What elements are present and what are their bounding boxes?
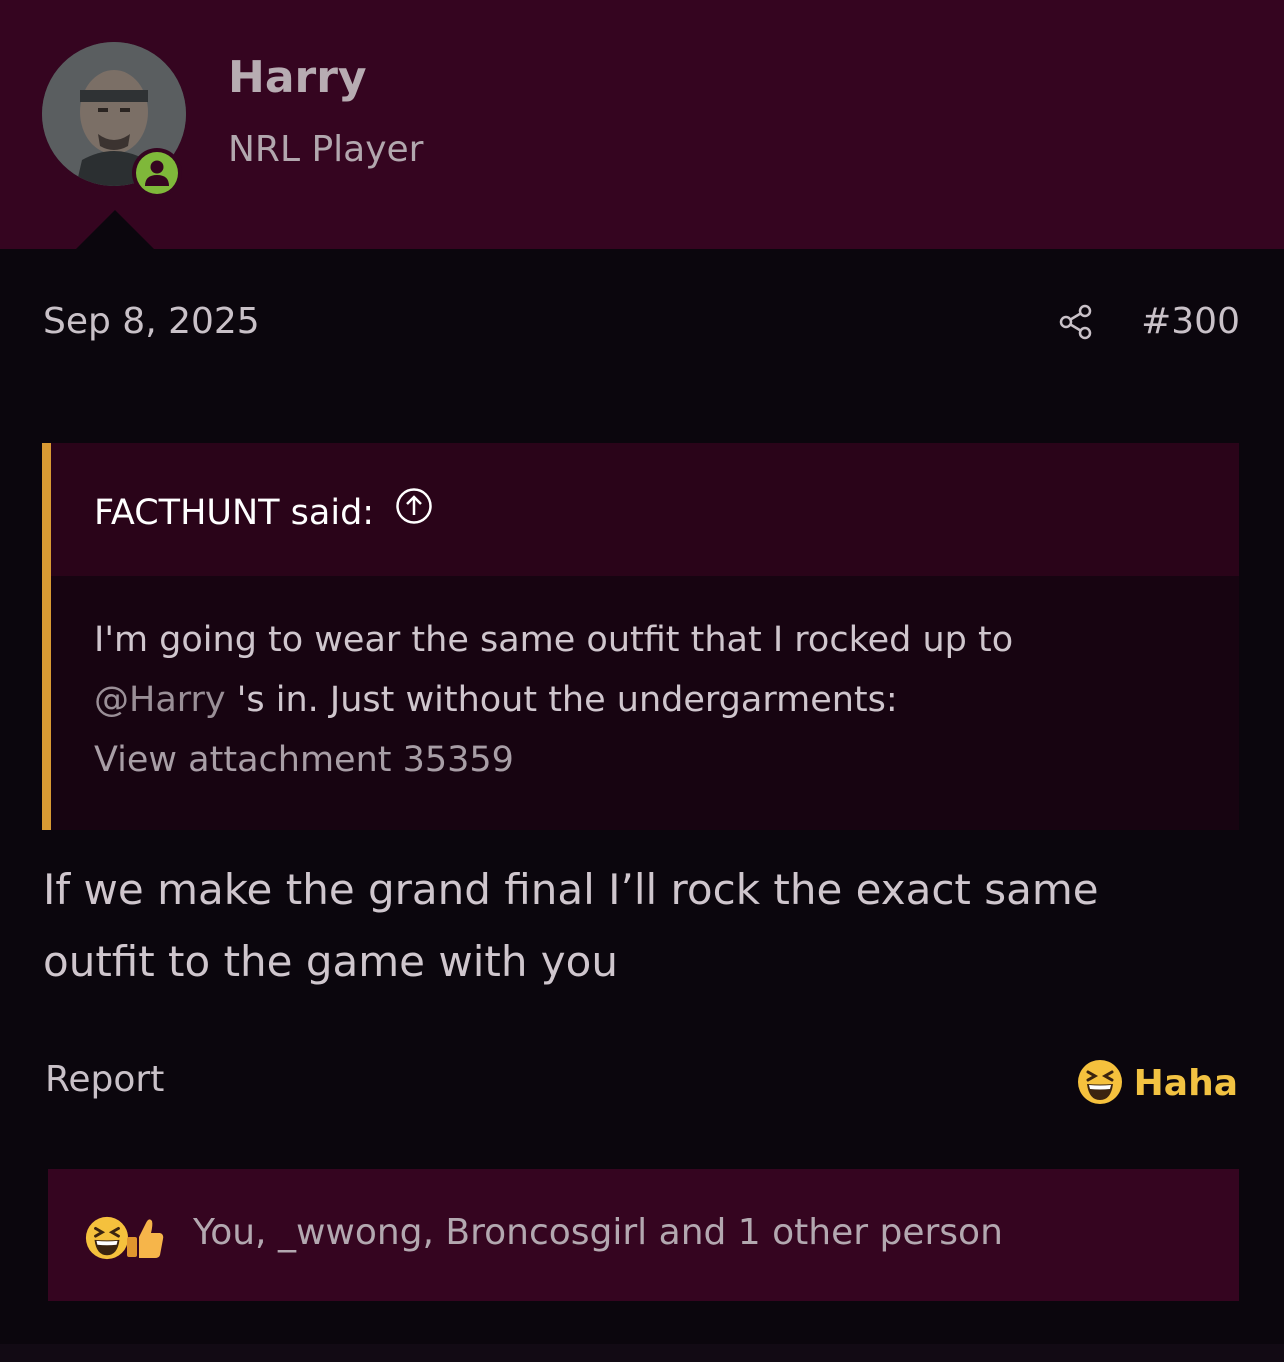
quote-line: I'm going to wear the same outfit that I… — [94, 620, 1014, 660]
laughing-emoji-icon — [1076, 1058, 1124, 1110]
message-line: outfit to the game with you — [43, 937, 618, 986]
post-message: If we make the grand final I’ll rock the… — [43, 854, 1243, 998]
post-author-header: Harry NRL Player — [0, 0, 1284, 250]
header-pointer — [75, 210, 155, 250]
quote-body: I'm going to wear the same outfit that I… — [94, 610, 1013, 790]
attachment-link[interactable]: View attachment 35359 — [94, 730, 1013, 790]
quote-author-label: FACTHUNT said: — [94, 492, 375, 533]
user-title: NRL Player — [228, 129, 424, 170]
mention-link[interactable]: @Harry — [94, 680, 226, 720]
online-status-badge — [132, 148, 182, 198]
reaction-button[interactable]: Haha — [1076, 1058, 1238, 1110]
share-icon[interactable] — [1056, 302, 1096, 346]
post-number-link[interactable]: #300 — [1141, 298, 1240, 346]
reaction-label: Haha — [1133, 1063, 1238, 1104]
reactions-summary-text[interactable]: You, _wwong, Broncosgirl and 1 other per… — [193, 1209, 1003, 1257]
arrow-up-circle-icon[interactable] — [394, 486, 434, 539]
username-link[interactable]: Harry — [228, 50, 367, 106]
quote-line: @Harry 's in. Just without the undergarm… — [94, 670, 1013, 730]
reactions-summary[interactable]: You, _wwong, Broncosgirl and 1 other per… — [48, 1169, 1239, 1301]
next-post-edge — [0, 1344, 1284, 1362]
quote-author[interactable]: FACTHUNT said: — [94, 486, 434, 539]
user-online-icon — [136, 152, 178, 194]
thumbs-up-icon — [124, 1215, 166, 1265]
reaction-icons — [84, 1215, 166, 1265]
message-line: If we make the grand final I’ll rock the… — [43, 865, 1099, 914]
post-date-link[interactable]: Sep 8, 2025 — [43, 298, 260, 346]
quote-block: FACTHUNT said: I'm going to wear the sam… — [42, 443, 1239, 830]
quote-line-text: 's in. Just without the undergarments: — [225, 680, 898, 720]
quote-header: FACTHUNT said: — [51, 443, 1239, 576]
report-button[interactable]: Report — [45, 1056, 164, 1104]
